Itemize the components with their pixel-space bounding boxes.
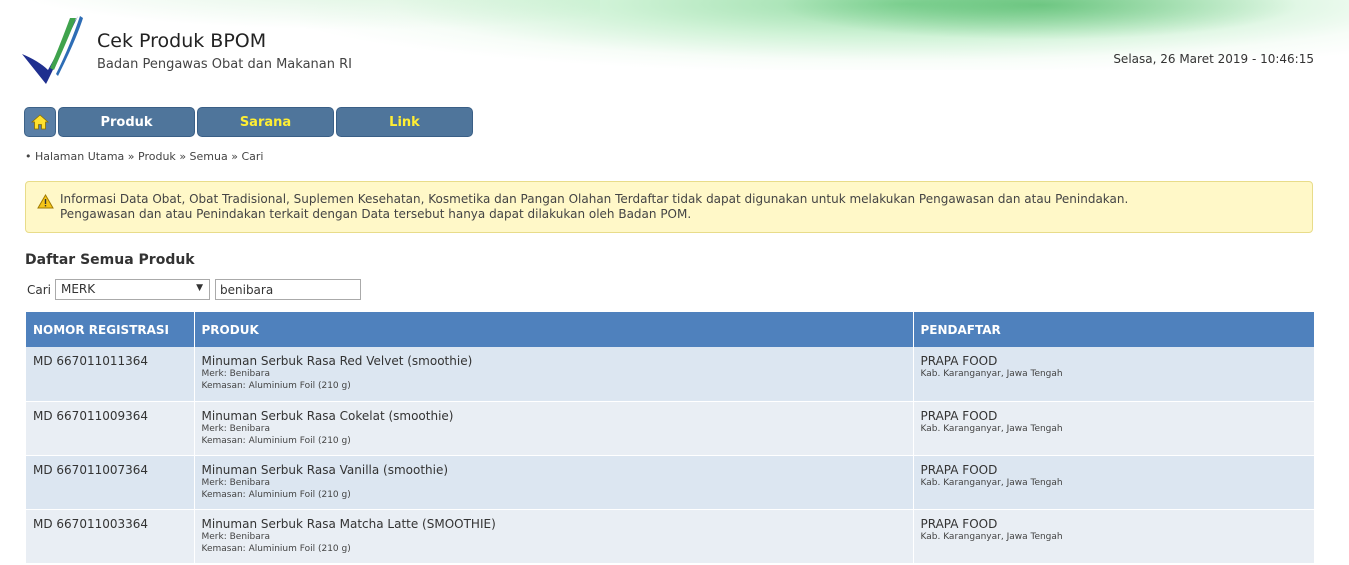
product-cell: Minuman Serbuk Rasa Red Velvet (smoothie… [194,347,914,402]
site-header: Cek Produk BPOM Badan Pengawas Obat dan … [0,0,1349,100]
table-row[interactable]: MD 667011011364 Minuman Serbuk Rasa Red … [26,347,1314,402]
registrant-cell: PRAPA FOOD Kab. Karanganyar, Jawa Tengah [913,347,1314,402]
registrant-name: PRAPA FOOD [920,516,998,531]
product-cell: Minuman Serbuk Rasa Matcha Latte (SMOOTH… [194,509,914,564]
registrant-cell: PRAPA FOOD Kab. Karanganyar, Jawa Tengah [913,509,1314,564]
search-input[interactable] [215,279,361,300]
info-alert: Informasi Data Obat, Obat Tradisional, S… [25,181,1313,233]
registration-number: MD 667011003364 [26,509,195,564]
breadcrumb: • Halaman Utama » Produk » Semua » Cari [25,150,263,163]
registration-number: MD 667011009364 [26,401,195,456]
home-icon [31,114,49,130]
bpom-logo-icon [22,16,83,84]
section-title: Daftar Semua Produk [25,252,195,268]
product-name: Minuman Serbuk Rasa Matcha Latte (SMOOTH… [201,516,496,531]
registration-number: MD 667011011364 [26,347,195,402]
nav-link-button[interactable]: Link [336,107,473,137]
product-name: Minuman Serbuk Rasa Red Velvet (smoothie… [201,354,473,368]
registrant-name: PRAPA FOOD [920,354,998,368]
breadcrumb-item-cari: Cari [241,150,264,163]
site-title: Cek Produk BPOM [97,30,267,52]
registration-number: MD 667011007364 [26,455,195,510]
breadcrumb-item-semua[interactable]: Semua [190,150,228,163]
chevron-down-icon: ▼ [196,283,203,293]
breadcrumb-bullet: • [25,150,32,163]
table-row[interactable]: MD 667011009364 Minuman Serbuk Rasa Coke… [26,401,1314,456]
search-label: Cari [27,282,51,297]
main-nav: Produk Sarana Link [24,107,475,137]
search-select-value: MERK [61,282,96,296]
breadcrumb-separator: » [127,150,135,163]
product-merk: Merk: Benibara [201,531,270,542]
nav-sarana-button[interactable]: Sarana [197,107,334,137]
breadcrumb-item-halaman-utama[interactable]: Halaman Utama [35,150,124,163]
column-header-produk: PRODUK [194,312,914,347]
table-row[interactable]: MD 667011007364 Minuman Serbuk Rasa Vani… [26,455,1314,510]
results-table: NOMOR REGISTRASI PRODUK PENDAFTAR MD 667… [26,312,1314,564]
product-cell: Minuman Serbuk Rasa Vanilla (smoothie) M… [194,455,914,510]
product-kemasan: Kemasan: Aluminium Foil (210 g) [201,381,351,391]
product-merk: Merk: Benibara [201,423,270,434]
table-header-row: NOMOR REGISTRASI PRODUK PENDAFTAR [26,312,1314,347]
registrant-location: Kab. Karanganyar, Jawa Tengah [920,369,1063,379]
product-kemasan: Kemasan: Aluminium Foil (210 g) [201,489,351,500]
current-datetime: Selasa, 26 Maret 2019 - 10:46:15 [1113,52,1314,66]
product-merk: Merk: Benibara [201,477,270,488]
breadcrumb-separator: » [179,150,187,163]
product-cell: Minuman Serbuk Rasa Cokelat (smoothie) M… [194,401,914,456]
product-merk: Merk: Benibara [201,369,270,379]
registrant-location: Kab. Karanganyar, Jawa Tengah [920,423,1063,434]
registrant-location: Kab. Karanganyar, Jawa Tengah [920,531,1063,542]
site-subtitle: Badan Pengawas Obat dan Makanan RI [97,57,352,72]
product-name: Minuman Serbuk Rasa Vanilla (smoothie) [201,462,449,477]
header-decoration [780,0,1300,40]
column-header-nomor-registrasi: NOMOR REGISTRASI [26,312,195,347]
alert-line-1: Informasi Data Obat, Obat Tradisional, S… [60,192,1129,206]
nav-produk-button[interactable]: Produk [58,107,195,137]
warning-icon [37,194,54,209]
breadcrumb-separator: » [231,150,238,163]
breadcrumb-item-produk[interactable]: Produk [138,150,176,163]
alert-line-2: Pengawasan dan atau Penindakan terkait d… [60,207,692,221]
registrant-cell: PRAPA FOOD Kab. Karanganyar, Jawa Tengah [913,401,1314,456]
column-header-pendaftar: PENDAFTAR [913,312,1314,347]
product-kemasan: Kemasan: Aluminium Foil (210 g) [201,435,351,446]
registrant-location: Kab. Karanganyar, Jawa Tengah [920,477,1063,488]
table-row[interactable]: MD 667011003364 Minuman Serbuk Rasa Matc… [26,509,1314,564]
registrant-name: PRAPA FOOD [920,462,998,477]
product-kemasan: Kemasan: Aluminium Foil (210 g) [201,543,351,554]
registrant-cell: PRAPA FOOD Kab. Karanganyar, Jawa Tengah [913,455,1314,510]
search-field-select[interactable]: MERK ▼ [55,279,210,300]
product-name: Minuman Serbuk Rasa Cokelat (smoothie) [201,408,454,423]
registrant-name: PRAPA FOOD [920,408,998,423]
search-form: Cari MERK ▼ [27,279,361,300]
nav-home-button[interactable] [24,107,56,137]
